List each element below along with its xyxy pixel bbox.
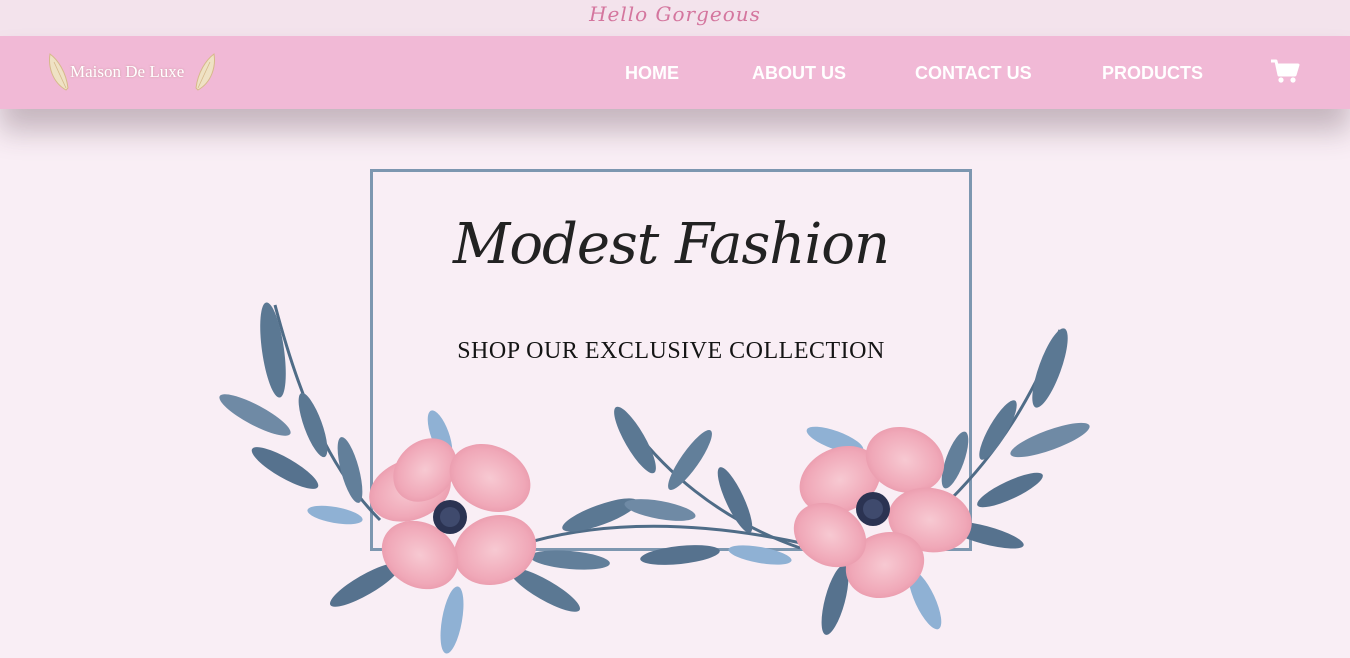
- nav-products[interactable]: PRODUCTS: [1102, 63, 1203, 84]
- nav-contact-us[interactable]: CONTACT US: [915, 63, 1032, 84]
- brand-logo[interactable]: Maison De Luxe: [48, 52, 218, 92]
- wing-left-icon: [49, 53, 69, 91]
- hero-subtitle[interactable]: SHOP OUR EXCLUSIVE COLLECTION: [370, 338, 972, 365]
- nav-about-us[interactable]: ABOUT US: [752, 63, 846, 84]
- nav-home[interactable]: HOME: [625, 63, 679, 84]
- brand-logo-text: Maison De Luxe: [70, 62, 185, 81]
- wing-right-icon: [195, 53, 215, 91]
- greeting-text: Hello Gorgeous: [589, 2, 761, 26]
- hero-title: Modest Fashion: [452, 212, 890, 277]
- shopping-cart-icon[interactable]: [1270, 58, 1300, 84]
- navbar: Maison De Luxe HOME ABOUT US CONTACT US …: [0, 36, 1350, 109]
